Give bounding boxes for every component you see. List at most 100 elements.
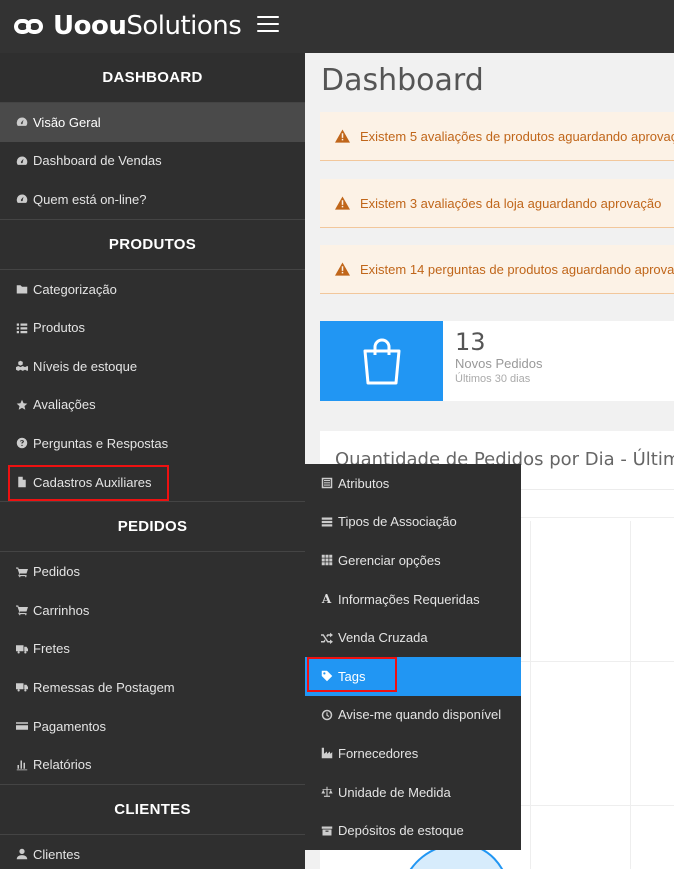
list-alt-icon (320, 477, 333, 490)
submenu-item-gerenciar-opcoes[interactable]: Gerenciar opções (305, 541, 521, 580)
alert-product-questions[interactable]: Existem 14 perguntas de produtos aguarda… (320, 245, 674, 294)
balance-icon (320, 786, 333, 799)
cart-icon (15, 565, 28, 578)
sidebar-item-visao-geral[interactable]: Visão Geral (0, 103, 305, 142)
alert-text: Existem 14 perguntas de produtos aguarda… (360, 261, 674, 277)
submenu-item-unidade-medida[interactable]: Unidade de Medida (305, 773, 521, 812)
logo-mark-icon (14, 16, 48, 36)
warning-icon (335, 129, 350, 143)
submenu-item-label: Atributos (338, 475, 390, 491)
highlight-cadastros-auxiliares (8, 465, 169, 501)
sidebar: DASHBOARD Visão Geral Dashboard de Venda… (0, 53, 305, 869)
submenu-item-fornecedores[interactable]: Fornecedores (305, 734, 521, 773)
alert-text: Existem 5 avaliações de produtos aguarda… (360, 128, 674, 144)
submenu-item-label: Avise-me quando disponível (338, 707, 502, 723)
shuffle-icon (320, 631, 333, 644)
archive-icon (320, 824, 333, 837)
submenu-item-atributos[interactable]: Atributos (305, 464, 521, 503)
submenu-item-label: Depósitos de estoque (338, 823, 464, 839)
sidebar-item-dashboard-vendas[interactable]: Dashboard de Vendas (0, 142, 305, 181)
sidebar-item-quem-online[interactable]: Quem está on-line? (0, 180, 305, 219)
sidebar-item-fretes[interactable]: Fretes (0, 630, 305, 669)
cart-icon (15, 604, 28, 617)
submenu-item-avise-me[interactable]: Avise-me quando disponível (305, 696, 521, 735)
sidebar-item-label: Carrinhos (33, 602, 90, 618)
submenu-item-label: Informações Requeridas (338, 591, 480, 607)
sidebar-item-label: Fretes (33, 641, 70, 657)
submenu-item-label: Tipos de Associação (338, 514, 457, 530)
app-logo[interactable]: UoouSolutions (14, 9, 242, 43)
sidebar-item-label: Relatórios (33, 757, 92, 773)
user-icon (15, 848, 28, 861)
sidebar-item-pedidos[interactable]: Pedidos (0, 552, 305, 591)
sidebar-item-relatorios[interactable]: Relatórios (0, 745, 305, 784)
stat-value: 13 (455, 328, 486, 356)
section-header-produtos: PRODUTOS (0, 220, 305, 270)
sidebar-item-label: Remessas de Postagem (33, 679, 175, 695)
sidebar-item-label: Clientes (33, 846, 80, 862)
submenu-item-depositos-estoque[interactable]: Depósitos de estoque (305, 811, 521, 850)
dashboard-icon (15, 116, 28, 129)
sidebar-item-label: Categorização (33, 281, 117, 297)
dashboard-icon (15, 193, 28, 206)
sidebar-item-label: Pagamentos (33, 718, 106, 734)
submenu-item-label: Venda Cruzada (338, 630, 428, 646)
sidebar-item-label: Níveis de estoque (33, 358, 138, 374)
alert-store-reviews[interactable]: Existem 3 avaliações da loja aguardando … (320, 179, 674, 228)
stat-card-new-orders[interactable]: 13 Novos Pedidos Últimos 30 dias (320, 321, 674, 401)
stat-subtitle: Últimos 30 dias (455, 373, 531, 385)
sidebar-item-label: Visão Geral (33, 114, 101, 130)
sidebar-item-produtos[interactable]: Produtos (0, 308, 305, 347)
sidebar-item-categorizacao[interactable]: Categorização (0, 270, 305, 309)
grid-icon (320, 554, 333, 567)
sidebar-item-carrinhos[interactable]: Carrinhos (0, 591, 305, 630)
section-header-clientes: CLIENTES (0, 785, 305, 835)
submenu-item-label: Gerenciar opções (338, 552, 441, 568)
truck-icon (15, 642, 28, 655)
sidebar-item-pagamentos[interactable]: Pagamentos (0, 707, 305, 746)
sidebar-item-remessas[interactable]: Remessas de Postagem (0, 668, 305, 707)
clock-icon (320, 708, 333, 721)
sidebar-item-label: Perguntas e Respostas (33, 435, 169, 451)
folder-icon (15, 283, 28, 296)
dashboard-icon (15, 154, 28, 167)
top-bar: UoouSolutions (0, 0, 674, 53)
cubes-icon (15, 360, 28, 373)
submenu-item-label: Fornecedores (338, 745, 419, 761)
warning-icon (335, 196, 350, 210)
warning-icon (335, 262, 350, 276)
question-icon (15, 437, 28, 450)
sidebar-item-clientes[interactable]: Clientes (0, 835, 305, 869)
sidebar-item-label: Avaliações (33, 397, 96, 413)
submenu-item-tipos-associacao[interactable]: Tipos de Associação (305, 503, 521, 542)
section-header-dashboard: DASHBOARD (0, 53, 305, 103)
sidebar-item-label: Produtos (33, 320, 86, 336)
star-icon (15, 398, 28, 411)
tasks-icon (320, 515, 333, 528)
sidebar-item-avaliacoes[interactable]: Avaliações (0, 386, 305, 425)
sidebar-item-label: Quem está on-line? (33, 191, 147, 207)
industry-icon (320, 747, 333, 760)
submenu-item-label: Unidade de Medida (338, 784, 451, 800)
font-icon: A (321, 592, 332, 607)
credit-card-icon (15, 720, 28, 733)
list-icon (15, 321, 28, 334)
highlight-tags (307, 657, 397, 692)
bar-chart-icon (15, 758, 28, 771)
sidebar-item-label: Dashboard de Vendas (33, 153, 162, 169)
grid-line (530, 521, 531, 869)
shopping-bag-icon (320, 321, 443, 401)
menu-toggle-icon[interactable] (257, 16, 279, 34)
truck-icon (15, 681, 28, 694)
alert-product-reviews[interactable]: Existem 5 avaliações de produtos aguarda… (320, 112, 674, 161)
page-title: Dashboard (321, 63, 484, 98)
grid-line (630, 521, 631, 869)
alert-text: Existem 3 avaliações da loja aguardando … (360, 195, 662, 211)
stat-label: Novos Pedidos (455, 356, 543, 371)
section-header-pedidos: PEDIDOS (0, 502, 305, 553)
submenu-item-informacoes-requeridas[interactable]: A Informações Requeridas (305, 580, 521, 619)
sidebar-item-perguntas[interactable]: Perguntas e Respostas (0, 424, 305, 463)
sidebar-item-label: Pedidos (33, 564, 80, 580)
submenu-item-venda-cruzada[interactable]: Venda Cruzada (305, 618, 521, 657)
sidebar-item-niveis-estoque[interactable]: Níveis de estoque (0, 347, 305, 386)
